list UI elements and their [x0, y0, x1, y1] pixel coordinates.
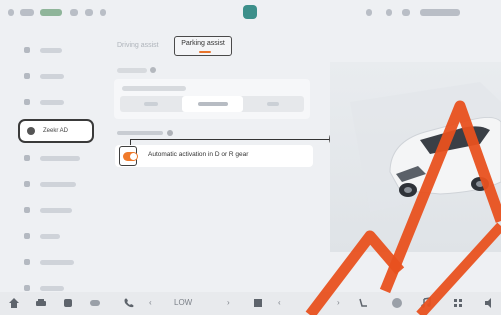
sidebar-item[interactable] — [18, 148, 104, 168]
sidebar-item[interactable] — [18, 252, 104, 272]
info-icon[interactable] — [167, 130, 173, 136]
status-icon — [402, 9, 410, 16]
home-icon[interactable] — [8, 297, 20, 309]
tab-label: Parking assist — [181, 40, 225, 47]
energy-icon — [24, 181, 30, 187]
music-icon[interactable] — [420, 297, 432, 309]
chevron-left-icon[interactable]: ‹ — [278, 298, 281, 307]
status-icon — [85, 9, 93, 16]
apps-icon[interactable] — [391, 297, 403, 309]
chevron-right-icon[interactable]: › — [227, 298, 230, 307]
sidebar-item-zeekr-ad[interactable]: Zeekr AD — [18, 119, 94, 143]
status-indicator — [40, 9, 62, 16]
status-bar — [0, 0, 501, 26]
sidebar-item-label — [40, 99, 64, 105]
display-icon — [24, 285, 30, 291]
sidebar-item[interactable] — [18, 66, 104, 86]
auto-parking-assist-heading — [117, 130, 179, 136]
grid-icon[interactable] — [452, 297, 464, 309]
info-icon[interactable] — [150, 67, 156, 73]
bottom-dock: ‹ LOW › ‹ › — [0, 292, 501, 315]
vehicle-icon — [24, 47, 30, 53]
segmented-control — [120, 96, 304, 112]
climate-icon[interactable] — [89, 297, 101, 309]
tab-driving-assist[interactable]: Driving assist — [117, 42, 159, 49]
status-indicator — [20, 9, 34, 16]
sidebar-item-label: Zeekr AD — [43, 128, 69, 134]
car-icon[interactable] — [35, 297, 47, 309]
tab-parking-assist[interactable]: Parking assist — [174, 36, 232, 56]
sidebar-item-label — [40, 259, 74, 265]
light-icon — [24, 73, 30, 79]
sidebar-item-label — [40, 181, 76, 187]
sidebar-item-label — [40, 285, 64, 291]
status-icon — [386, 9, 392, 16]
sound-icon — [24, 233, 30, 239]
chevron-left-icon[interactable]: ‹ — [149, 298, 152, 307]
sidebar-item-label — [40, 47, 62, 53]
sidebar-item-label — [40, 233, 60, 239]
auto-activation-toggle[interactable] — [123, 152, 138, 161]
toggle-label: Automatic activation in D or R gear — [148, 151, 249, 158]
sidebar-item[interactable] — [18, 92, 104, 112]
seat-icon[interactable] — [62, 297, 74, 309]
setting-label — [122, 86, 186, 91]
sidebar-item-label — [40, 155, 80, 161]
auto-activation-row: Automatic activation in D or R gear — [115, 145, 313, 167]
segment-option[interactable] — [120, 96, 181, 112]
seat-heat-icon[interactable] — [357, 297, 369, 309]
temperature-label: LOW — [174, 298, 193, 307]
sidebar-item[interactable] — [18, 226, 104, 246]
toggle-knob — [130, 153, 137, 160]
sidebar-item[interactable] — [18, 40, 104, 60]
status-icon — [100, 9, 106, 16]
fan-icon[interactable] — [252, 297, 264, 309]
sidebar-item[interactable] — [18, 174, 104, 194]
status-icon — [70, 9, 78, 16]
menu-icon[interactable] — [8, 9, 14, 16]
toggle-highlight — [119, 146, 138, 166]
segment-option-selected[interactable] — [182, 96, 243, 112]
tab-indicator — [199, 51, 211, 53]
segment-option[interactable] — [243, 96, 304, 112]
app-icon[interactable] — [243, 5, 257, 19]
link-icon — [24, 207, 30, 213]
status-datetime — [420, 9, 460, 16]
phone-icon[interactable] — [123, 297, 135, 309]
steering-icon — [24, 99, 30, 105]
status-icon — [366, 9, 372, 16]
section-heading — [117, 68, 147, 73]
sidebar-item-label — [40, 73, 64, 79]
car-illustration — [330, 62, 501, 252]
shield-icon — [24, 155, 30, 161]
parking-volume-setting — [114, 79, 310, 119]
chevron-right-icon[interactable]: › — [337, 298, 340, 307]
voice-icon — [24, 259, 30, 265]
volume-icon[interactable] — [483, 297, 495, 309]
assist-icon — [27, 127, 35, 135]
sidebar-item-label — [40, 207, 72, 213]
callout-line — [130, 139, 330, 140]
sidebar-item[interactable] — [18, 200, 104, 220]
settings-sidebar: Zeekr AD — [12, 40, 104, 298]
